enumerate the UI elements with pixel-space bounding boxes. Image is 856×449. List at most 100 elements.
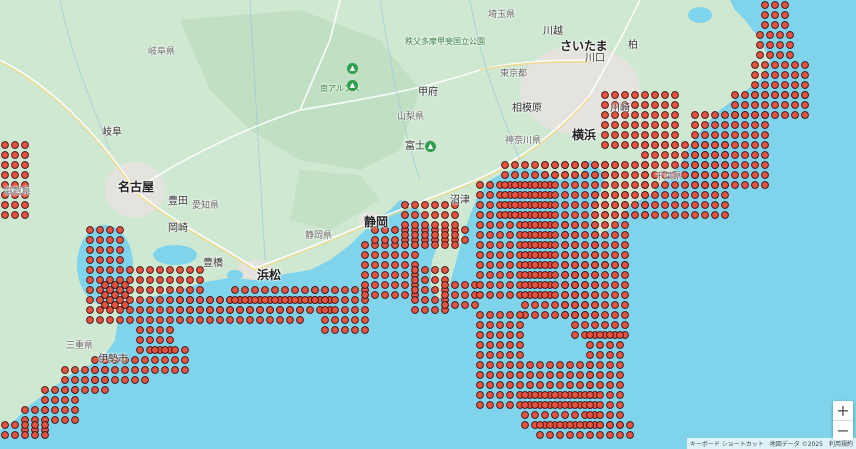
grid-dot-marker[interactable]: [161, 356, 169, 364]
grid-dot-marker[interactable]: [691, 111, 699, 119]
grid-dot-marker[interactable]: [731, 101, 739, 109]
grid-dot-marker[interactable]: [551, 201, 559, 209]
grid-dot-marker[interactable]: [431, 266, 439, 274]
grid-dot-marker[interactable]: [136, 336, 144, 344]
grid-dot-marker[interactable]: [441, 231, 449, 239]
grid-dot-marker[interactable]: [516, 321, 524, 329]
grid-dot-marker[interactable]: [621, 251, 629, 259]
grid-dot-marker[interactable]: [661, 101, 669, 109]
grid-dot-marker[interactable]: [101, 301, 109, 309]
grid-dot-marker[interactable]: [801, 81, 809, 89]
grid-dot-marker[interactable]: [91, 366, 99, 374]
grid-dot-marker[interactable]: [771, 111, 779, 119]
grid-dot-marker[interactable]: [641, 131, 649, 139]
grid-dot-marker[interactable]: [611, 271, 619, 279]
grid-dot-marker[interactable]: [401, 251, 409, 259]
grid-dot-marker[interactable]: [786, 41, 794, 49]
grid-dot-marker[interactable]: [106, 316, 114, 324]
grid-dot-marker[interactable]: [391, 291, 399, 299]
grid-dot-marker[interactable]: [86, 256, 94, 264]
grid-dot-marker[interactable]: [741, 91, 749, 99]
grid-dot-marker[interactable]: [561, 221, 569, 229]
grid-dot-marker[interactable]: [626, 421, 634, 429]
grid-dot-marker[interactable]: [651, 121, 659, 129]
grid-dot-marker[interactable]: [551, 161, 559, 169]
grid-dot-marker[interactable]: [496, 371, 504, 379]
grid-dot-marker[interactable]: [101, 376, 109, 384]
grid-dot-marker[interactable]: [521, 211, 529, 219]
grid-dot-marker[interactable]: [661, 91, 669, 99]
grid-dot-marker[interactable]: [206, 296, 214, 304]
grid-dot-marker[interactable]: [216, 316, 224, 324]
grid-dot-marker[interactable]: [286, 306, 294, 314]
grid-dot-marker[interactable]: [586, 331, 594, 339]
grid-dot-marker[interactable]: [561, 271, 569, 279]
grid-dot-marker[interactable]: [711, 121, 719, 129]
grid-dot-marker[interactable]: [11, 421, 19, 429]
grid-dot-marker[interactable]: [576, 361, 584, 369]
grid-dot-marker[interactable]: [611, 301, 619, 309]
grid-dot-marker[interactable]: [111, 281, 119, 289]
grid-dot-marker[interactable]: [621, 131, 629, 139]
grid-dot-marker[interactable]: [496, 221, 504, 229]
grid-dot-marker[interactable]: [321, 326, 329, 334]
grid-dot-marker[interactable]: [571, 301, 579, 309]
grid-dot-marker[interactable]: [441, 301, 449, 309]
grid-dot-marker[interactable]: [151, 356, 159, 364]
grid-dot-marker[interactable]: [441, 281, 449, 289]
grid-dot-marker[interactable]: [611, 91, 619, 99]
grid-dot-marker[interactable]: [651, 211, 659, 219]
grid-dot-marker[interactable]: [531, 311, 539, 319]
grid-dot-marker[interactable]: [661, 131, 669, 139]
grid-dot-marker[interactable]: [486, 401, 494, 409]
grid-dot-marker[interactable]: [86, 246, 94, 254]
grid-dot-marker[interactable]: [661, 121, 669, 129]
grid-dot-marker[interactable]: [361, 241, 369, 249]
grid-dot-marker[interactable]: [431, 296, 439, 304]
grid-dot-marker[interactable]: [651, 161, 659, 169]
grid-dot-marker[interactable]: [581, 181, 589, 189]
grid-dot-marker[interactable]: [611, 291, 619, 299]
grid-dot-marker[interactable]: [721, 151, 729, 159]
grid-dot-marker[interactable]: [571, 191, 579, 199]
grid-dot-marker[interactable]: [146, 286, 154, 294]
grid-dot-marker[interactable]: [91, 376, 99, 384]
grid-dot-marker[interactable]: [391, 281, 399, 289]
grid-dot-marker[interactable]: [801, 61, 809, 69]
grid-dot-marker[interactable]: [361, 326, 369, 334]
grid-dot-marker[interactable]: [781, 21, 789, 29]
grid-dot-marker[interactable]: [601, 121, 609, 129]
grid-dot-marker[interactable]: [571, 411, 579, 419]
grid-dot-marker[interactable]: [476, 211, 484, 219]
grid-dot-marker[interactable]: [621, 301, 629, 309]
grid-dot-marker[interactable]: [621, 281, 629, 289]
grid-dot-marker[interactable]: [641, 161, 649, 169]
grid-dot-marker[interactable]: [801, 71, 809, 79]
grid-dot-marker[interactable]: [561, 191, 569, 199]
grid-dot-marker[interactable]: [506, 391, 514, 399]
grid-dot-marker[interactable]: [541, 301, 549, 309]
grid-dot-marker[interactable]: [621, 261, 629, 269]
grid-dot-marker[interactable]: [506, 271, 514, 279]
grid-dot-marker[interactable]: [571, 201, 579, 209]
grid-dot-marker[interactable]: [371, 261, 379, 269]
grid-dot-marker[interactable]: [771, 21, 779, 29]
grid-dot-marker[interactable]: [691, 211, 699, 219]
grid-dot-marker[interactable]: [771, 11, 779, 19]
grid-dot-marker[interactable]: [661, 111, 669, 119]
grid-dot-marker[interactable]: [486, 291, 494, 299]
grid-dot-marker[interactable]: [11, 431, 19, 439]
grid-dot-marker[interactable]: [246, 306, 254, 314]
grid-dot-marker[interactable]: [671, 201, 679, 209]
grid-dot-marker[interactable]: [781, 71, 789, 79]
grid-dot-marker[interactable]: [631, 141, 639, 149]
grid-dot-marker[interactable]: [551, 281, 559, 289]
grid-dot-marker[interactable]: [616, 371, 624, 379]
grid-dot-marker[interactable]: [11, 161, 19, 169]
grid-dot-marker[interactable]: [486, 281, 494, 289]
grid-dot-marker[interactable]: [261, 296, 269, 304]
grid-dot-marker[interactable]: [186, 296, 194, 304]
grid-dot-marker[interactable]: [196, 296, 204, 304]
grid-dot-marker[interactable]: [101, 291, 109, 299]
grid-dot-marker[interactable]: [621, 121, 629, 129]
